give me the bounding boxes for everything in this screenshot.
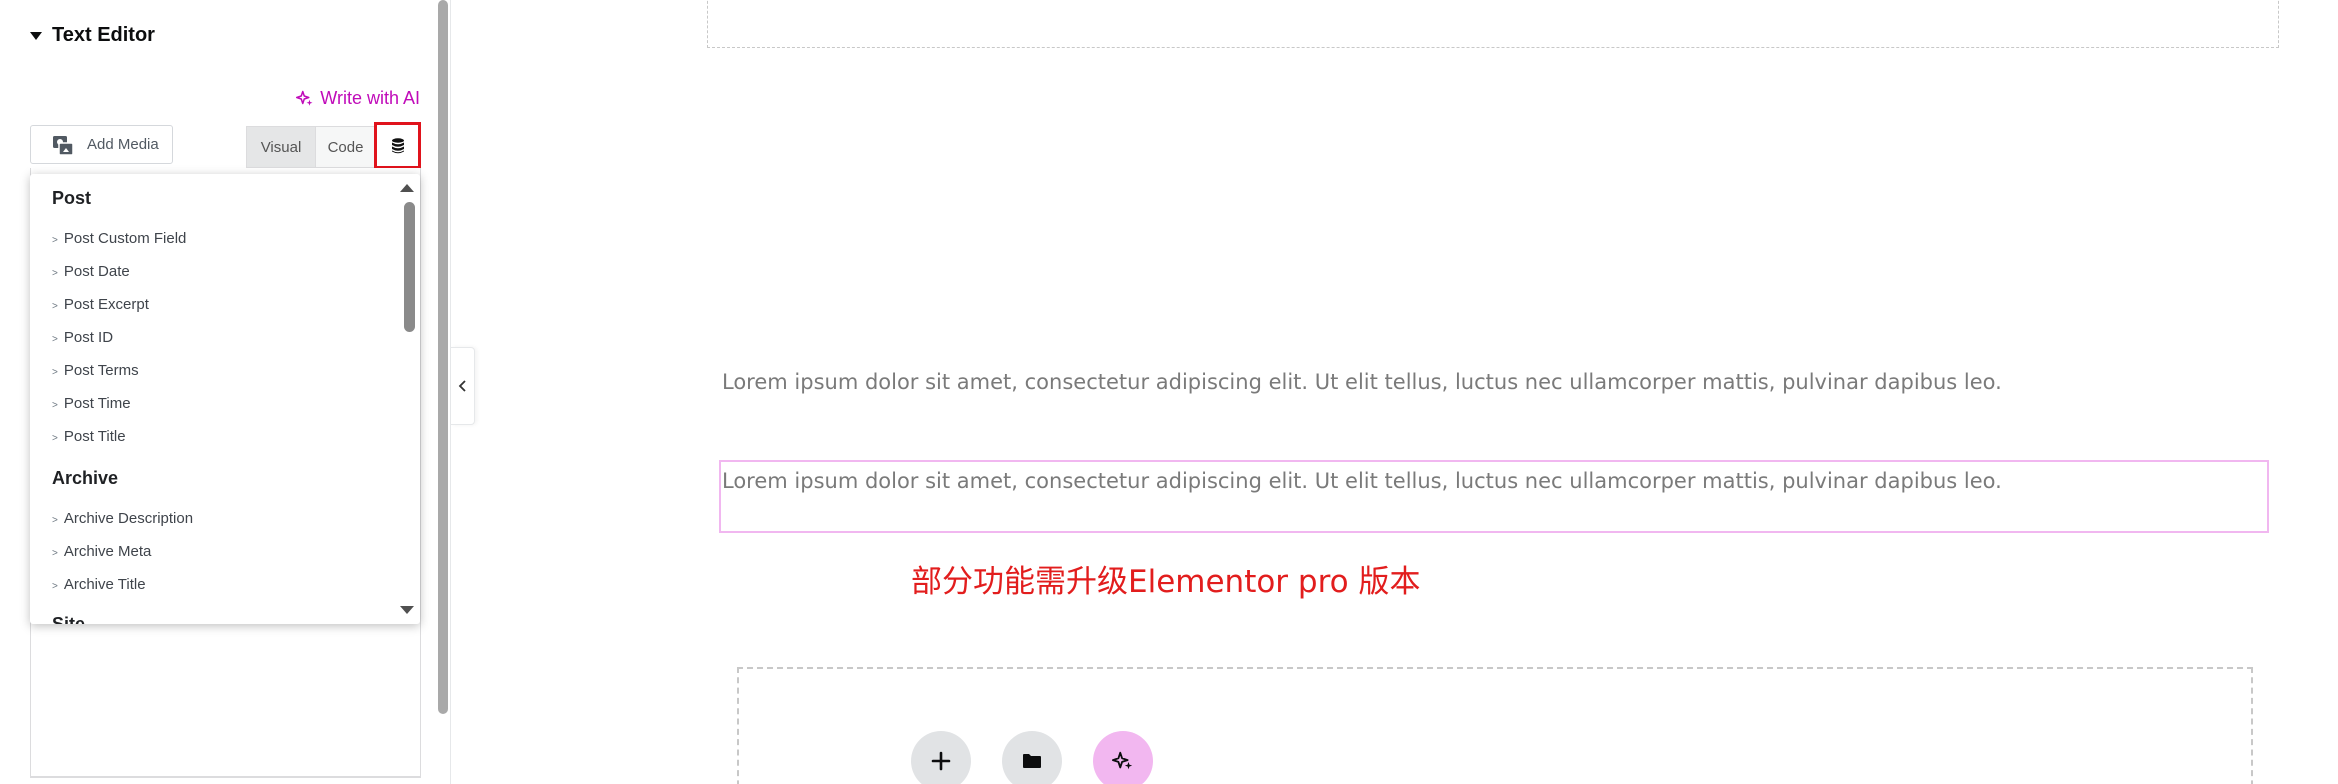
editor-app: Text Editor Write with AI Add Media Visu…: [0, 0, 2338, 784]
group-title-post: Post: [52, 188, 92, 208]
dropdown-item-label: Post Terms: [63, 362, 139, 379]
dropdown-item-post-title[interactable]: > Post Title: [52, 428, 126, 445]
dropdown-item-post-terms[interactable]: > Post Terms: [52, 362, 139, 379]
editor-mode-tabs: Visual Code: [246, 126, 376, 168]
ai-sparkle-icon: [1112, 751, 1133, 770]
dynamic-tags-dropdown: Post > Post Custom Field > Post Date > Post…: [30, 174, 420, 624]
folder-icon: [1023, 754, 1041, 768]
preview-canvas: Lorem ipsum dolor sit amet, consectetur …: [451, 0, 2338, 784]
add-media-label: Add Media: [87, 136, 159, 153]
dropdown-scroll-thumb[interactable]: [404, 202, 415, 332]
scroll-up-arrow-icon[interactable]: [400, 184, 414, 192]
dropdown-item-post-excerpt[interactable]: > Post Excerpt: [52, 296, 149, 313]
dropdown-item-archive-meta[interactable]: > Archive Meta: [52, 543, 151, 560]
chevron-left-icon: [458, 380, 466, 392]
chevron-right-icon: >: [52, 581, 58, 592]
chevron-right-icon: >: [52, 548, 58, 559]
add-media-icon: [53, 135, 74, 156]
collapse-panel-button[interactable]: [451, 347, 475, 425]
dropdown-item-label: Post Custom Field: [63, 230, 187, 247]
selected-text-widget-paragraph[interactable]: Lorem ipsum dolor sit amet, consectetur …: [722, 469, 2002, 493]
tab-code[interactable]: Code: [316, 126, 376, 168]
add-media-button[interactable]: Add Media: [30, 125, 173, 164]
dynamic-tags-list: Post > Post Custom Field > Post Date > Post…: [30, 174, 400, 624]
plus-icon: [931, 751, 951, 771]
dropdown-item-label: Post Excerpt: [63, 296, 149, 313]
chevron-right-icon: >: [52, 367, 58, 378]
text-widget-paragraph[interactable]: Lorem ipsum dolor sit amet, consectetur …: [722, 370, 2002, 394]
ai-sparkle-icon: [296, 90, 313, 106]
database-icon: [391, 137, 404, 153]
dropdown-item-label: Archive Meta: [63, 543, 152, 560]
dropdown-item-archive-title[interactable]: > Archive Title: [52, 576, 146, 593]
group-title-site: Site: [52, 614, 86, 624]
panel-scrollbar[interactable]: [438, 0, 448, 714]
dynamic-tags-button[interactable]: [374, 122, 421, 169]
chevron-right-icon: >: [52, 433, 58, 444]
caret-down-icon: [30, 31, 42, 40]
write-with-ai-button[interactable]: Write with AI: [296, 88, 420, 109]
scroll-down-arrow-icon[interactable]: [400, 606, 414, 614]
chevron-right-icon: >: [52, 268, 58, 279]
dropdown-item-label: Post Title: [63, 428, 126, 445]
editor-area-divider: [31, 776, 420, 777]
tab-visual[interactable]: Visual: [246, 126, 316, 168]
chevron-right-icon: >: [52, 515, 58, 526]
dropdown-item-label: Post ID: [63, 329, 114, 346]
dropdown-item-post-id[interactable]: > Post ID: [52, 329, 113, 346]
dropdown-item-post-date[interactable]: > Post Date: [52, 263, 130, 280]
widget-settings-panel: Text Editor Write with AI Add Media Visu…: [0, 0, 438, 784]
dropdown-scrollbar[interactable]: [400, 174, 420, 624]
pro-upgrade-annotation: 部分功能需升级Elementor pro 版本: [911, 564, 1421, 600]
dropdown-item-label: Post Date: [63, 263, 130, 280]
chevron-right-icon: >: [52, 235, 58, 246]
empty-section-placeholder[interactable]: [707, 0, 2279, 48]
chevron-right-icon: >: [52, 301, 58, 312]
dropdown-item-label: Archive Title: [63, 576, 146, 593]
add-template-button[interactable]: [1002, 731, 1062, 784]
dropdown-item-post-time[interactable]: > Post Time: [52, 395, 131, 412]
dropdown-item-label: Archive Description: [63, 510, 194, 527]
dropdown-item-label: Post Time: [63, 395, 131, 412]
chevron-right-icon: >: [52, 334, 58, 345]
dropdown-item-archive-description[interactable]: > Archive Description: [52, 510, 193, 527]
ai-generate-button[interactable]: [1093, 731, 1153, 784]
write-with-ai-label: Write with AI: [320, 88, 420, 108]
dropdown-item-post-custom-field[interactable]: > Post Custom Field: [52, 230, 186, 247]
text-editor-section-toggle[interactable]: Text Editor: [30, 24, 155, 47]
group-title-archive: Archive: [52, 468, 119, 488]
add-section-button[interactable]: [911, 731, 971, 784]
chevron-right-icon: >: [52, 400, 58, 411]
section-title: Text Editor: [52, 24, 155, 46]
